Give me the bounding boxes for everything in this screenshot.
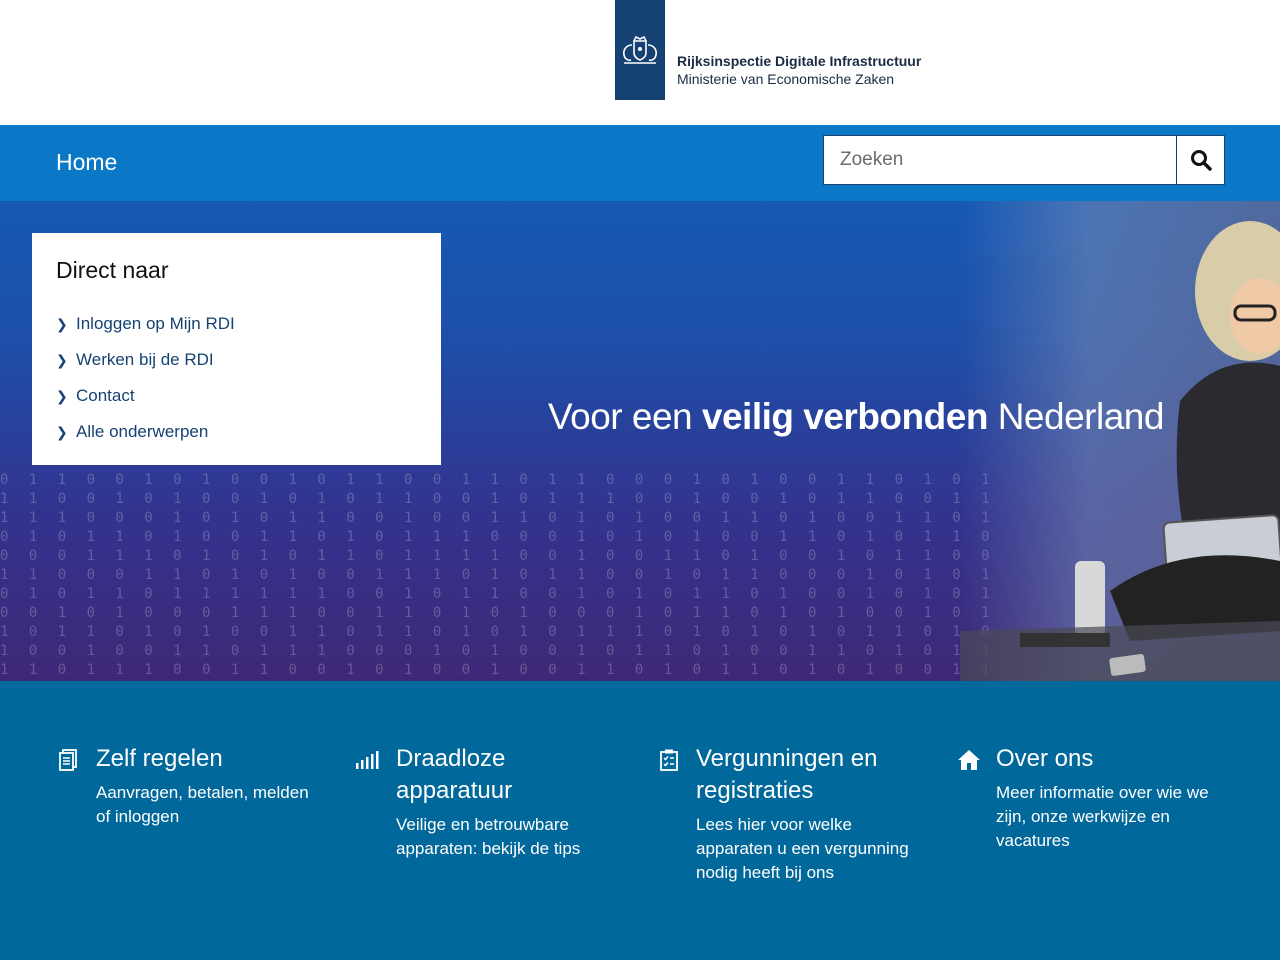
link-werken[interactable]: Werken bij de RDI (76, 350, 214, 370)
logo-link[interactable] (615, 0, 665, 100)
woman-with-tablet-image (960, 221, 1280, 681)
ministry-name: Ministerie van Economische Zaken (677, 71, 895, 87)
list-item: ❯ Contact (56, 378, 417, 414)
card-title[interactable]: Over ons (996, 743, 1216, 775)
home-icon (956, 747, 982, 773)
org-name: Rijksinspectie Digitale Infrastructuur (677, 53, 922, 69)
chevron-right-icon: ❯ (56, 423, 68, 440)
signal-icon (356, 747, 382, 773)
list-item: ❯ Werken bij de RDI (56, 342, 417, 378)
direct-naar-title: Direct naar (56, 257, 169, 283)
nav-home-link[interactable]: Home (56, 149, 117, 176)
card-title[interactable]: Vergunningen en registraties (696, 743, 916, 807)
card-text: Aanvragen, betalen, melden of inloggen (96, 783, 309, 826)
coat-of-arms-icon (623, 35, 657, 64)
card-draadloze-apparatuur[interactable]: Draadloze apparatuur Veilige en betrouwb… (356, 743, 616, 861)
hero-title-part2: Nederland (987, 396, 1165, 437)
hero-photo (960, 201, 1280, 681)
card-zelf-regelen[interactable]: Zelf regelen Aanvragen, betalen, melden … (56, 743, 316, 829)
logo-text: Rijksinspectie Digitale Infrastructuur M… (677, 52, 921, 88)
link-contact[interactable]: Contact (76, 386, 135, 406)
chevron-right-icon: ❯ (56, 387, 68, 404)
card-text: Veilige en betrouwbare apparaten: bekijk… (396, 815, 581, 858)
list-item: ❯ Inloggen op Mijn RDI (56, 306, 417, 342)
hero-title-part1: Voor een (548, 396, 702, 437)
main-navigation: Home (0, 125, 1280, 201)
search-input[interactable] (824, 136, 1176, 184)
search-form (823, 135, 1225, 185)
list-item: ❯ Alle onderwerpen (56, 414, 417, 450)
hero-title: Voor een veilig verbonden Nederland (548, 396, 1164, 438)
card-text: Meer informatie over wie we zijn, onze w… (996, 783, 1209, 850)
card-text: Lees hier voor welke apparaten u een ver… (696, 815, 909, 882)
site-header: Rijksinspectie Digitale Infrastructuur M… (0, 0, 1280, 125)
card-over-ons[interactable]: Over ons Meer informatie over wie we zij… (956, 743, 1216, 853)
link-inloggen[interactable]: Inloggen op Mijn RDI (76, 314, 235, 334)
direct-naar-panel: Direct naar ❯ Inloggen op Mijn RDI ❯ Werke… (32, 233, 441, 465)
document-icon (56, 747, 82, 773)
search-button[interactable] (1176, 136, 1224, 184)
topics-section: Zelf regelen Aanvragen, betalen, melden … (0, 681, 1280, 960)
direct-naar-list: ❯ Inloggen op Mijn RDI ❯ Werken bij de RDI… (56, 306, 417, 450)
hero-title-bold: veilig verbonden (701, 396, 989, 437)
link-alle-onderwerpen[interactable]: Alle onderwerpen (76, 422, 208, 442)
chevron-right-icon: ❯ (56, 315, 68, 332)
card-title[interactable]: Draadloze apparatuur (396, 743, 616, 807)
clipboard-icon (656, 747, 682, 773)
search-icon (1190, 150, 1212, 171)
binary-background: 0 1 1 0 0 1 0 1 0 0 1 0 1 1 0 0 1 1 0 1 … (0, 472, 990, 678)
card-title[interactable]: Zelf regelen (96, 743, 316, 775)
chevron-right-icon: ❯ (56, 351, 68, 368)
card-vergunningen[interactable]: Vergunningen en registraties Lees hier v… (656, 743, 916, 885)
